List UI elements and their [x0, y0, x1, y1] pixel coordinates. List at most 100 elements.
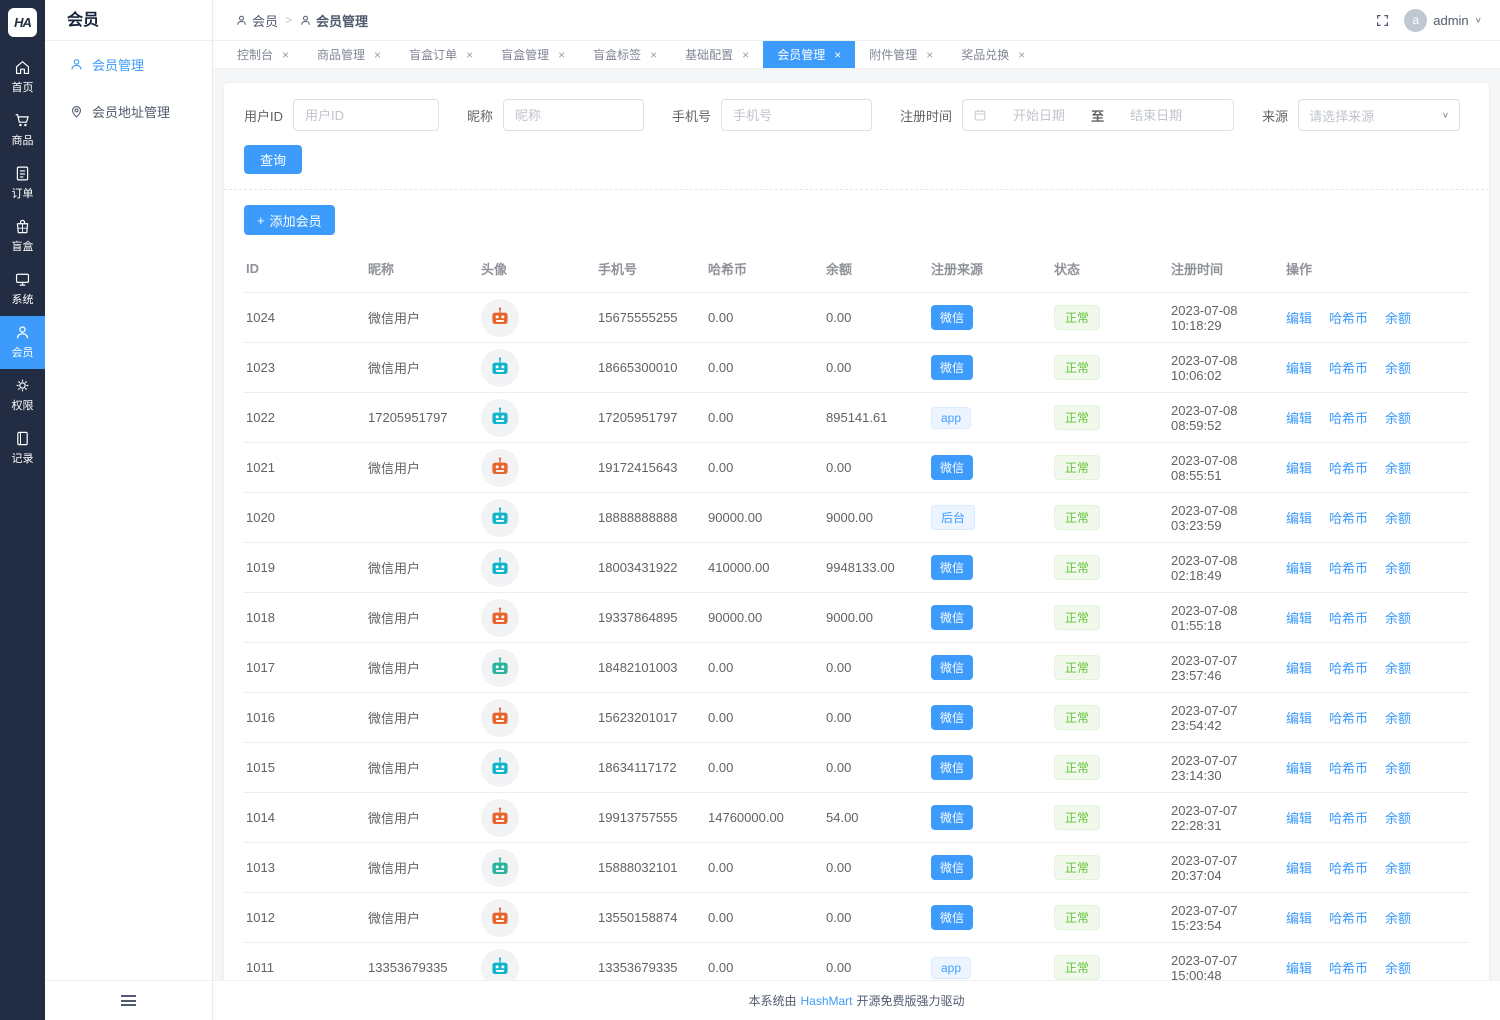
- breadcrumb-member[interactable]: 会员: [235, 11, 278, 30]
- balance-action[interactable]: 余额: [1385, 711, 1411, 726]
- edit-action[interactable]: 编辑: [1286, 861, 1312, 876]
- search-button[interactable]: 查询: [244, 145, 302, 174]
- user-id-input[interactable]: [293, 99, 439, 131]
- source-badge[interactable]: 微信: [931, 855, 973, 880]
- sidebar-item-member-management[interactable]: 会员管理: [45, 41, 212, 88]
- source-select[interactable]: 请选择来源 ∨: [1298, 99, 1460, 131]
- tab-附件管理[interactable]: 附件管理×: [855, 41, 947, 68]
- phone-input[interactable]: [721, 99, 872, 131]
- edit-action[interactable]: 编辑: [1286, 311, 1312, 326]
- balance-action[interactable]: 余额: [1385, 311, 1411, 326]
- rail-item-permission[interactable]: 权限: [0, 369, 45, 422]
- tab-会员管理[interactable]: 会员管理×: [763, 41, 855, 68]
- date-range-picker[interactable]: 至: [962, 99, 1234, 131]
- hashcoin-action[interactable]: 哈希币: [1329, 461, 1368, 476]
- edit-action[interactable]: 编辑: [1286, 761, 1312, 776]
- edit-action[interactable]: 编辑: [1286, 461, 1312, 476]
- source-badge[interactable]: 微信: [931, 655, 973, 680]
- collapse-menu-icon[interactable]: [121, 995, 136, 1006]
- edit-action[interactable]: 编辑: [1286, 611, 1312, 626]
- add-member-button[interactable]: + 添加会员: [244, 205, 335, 235]
- source-badge[interactable]: 微信: [931, 305, 973, 330]
- edit-action[interactable]: 编辑: [1286, 711, 1312, 726]
- source-badge[interactable]: 微信: [931, 705, 973, 730]
- balance-action[interactable]: 余额: [1385, 861, 1411, 876]
- close-icon[interactable]: ×: [926, 49, 933, 61]
- sidebar-item-member-address[interactable]: 会员地址管理: [45, 88, 212, 135]
- close-icon[interactable]: ×: [742, 49, 749, 61]
- tab-基础配置[interactable]: 基础配置×: [671, 41, 763, 68]
- hashcoin-action[interactable]: 哈希币: [1329, 361, 1368, 376]
- tab-商品管理[interactable]: 商品管理×: [303, 41, 395, 68]
- close-icon[interactable]: ×: [650, 49, 657, 61]
- hashcoin-action[interactable]: 哈希币: [1329, 961, 1368, 976]
- close-icon[interactable]: ×: [466, 49, 473, 61]
- hashcoin-action[interactable]: 哈希币: [1329, 661, 1368, 676]
- balance-action[interactable]: 余额: [1385, 561, 1411, 576]
- edit-action[interactable]: 编辑: [1286, 511, 1312, 526]
- tab-盲盒标签[interactable]: 盲盒标签×: [579, 41, 671, 68]
- balance-action[interactable]: 余额: [1385, 961, 1411, 976]
- fullscreen-icon[interactable]: [1375, 13, 1390, 28]
- rail-item-system[interactable]: 系统: [0, 263, 45, 316]
- tab-盲盒管理[interactable]: 盲盒管理×: [487, 41, 579, 68]
- rail-item-record[interactable]: 记录: [0, 422, 45, 475]
- balance-action[interactable]: 余额: [1385, 461, 1411, 476]
- hashcoin-action[interactable]: 哈希币: [1329, 411, 1368, 426]
- edit-action[interactable]: 编辑: [1286, 811, 1312, 826]
- source-badge[interactable]: 微信: [931, 555, 973, 580]
- nickname-input[interactable]: [503, 99, 644, 131]
- edit-action[interactable]: 编辑: [1286, 661, 1312, 676]
- hashcoin-action[interactable]: 哈希币: [1329, 611, 1368, 626]
- tab-奖品兑换[interactable]: 奖品兑换×: [947, 41, 1039, 68]
- edit-action[interactable]: 编辑: [1286, 361, 1312, 376]
- start-date-input[interactable]: [991, 108, 1087, 123]
- source-badge[interactable]: app: [931, 957, 971, 979]
- rail-item-box[interactable]: 盲盒: [0, 210, 45, 263]
- balance-action[interactable]: 余额: [1385, 411, 1411, 426]
- hashcoin-action[interactable]: 哈希币: [1329, 511, 1368, 526]
- source-badge[interactable]: 微信: [931, 905, 973, 930]
- rail-item-home[interactable]: 首页: [0, 51, 45, 104]
- close-icon[interactable]: ×: [282, 49, 289, 61]
- edit-action[interactable]: 编辑: [1286, 961, 1312, 976]
- edit-action[interactable]: 编辑: [1286, 911, 1312, 926]
- user-menu[interactable]: a admin ∨: [1404, 9, 1482, 32]
- end-date-input[interactable]: [1108, 108, 1204, 123]
- rail-item-member[interactable]: 会员: [0, 316, 45, 369]
- footer-link[interactable]: HashMart: [800, 994, 852, 1008]
- source-badge[interactable]: 微信: [931, 755, 973, 780]
- source-badge[interactable]: 后台: [931, 505, 975, 530]
- hashcoin-action[interactable]: 哈希币: [1329, 711, 1368, 726]
- tab-盲盒订单[interactable]: 盲盒订单×: [395, 41, 487, 68]
- balance-action[interactable]: 余额: [1385, 361, 1411, 376]
- edit-action[interactable]: 编辑: [1286, 411, 1312, 426]
- source-badge[interactable]: 微信: [931, 455, 973, 480]
- tab-控制台[interactable]: 控制台×: [223, 41, 303, 68]
- hashcoin-action[interactable]: 哈希币: [1329, 311, 1368, 326]
- close-icon[interactable]: ×: [374, 49, 381, 61]
- balance-action[interactable]: 余额: [1385, 811, 1411, 826]
- balance-action[interactable]: 余额: [1385, 511, 1411, 526]
- balance-action[interactable]: 余额: [1385, 661, 1411, 676]
- hashcoin-action[interactable]: 哈希币: [1329, 911, 1368, 926]
- hashcoin-action[interactable]: 哈希币: [1329, 761, 1368, 776]
- source-badge[interactable]: 微信: [931, 805, 973, 830]
- source-badge[interactable]: app: [931, 407, 971, 429]
- rail-item-cart[interactable]: 商品: [0, 104, 45, 157]
- edit-action[interactable]: 编辑: [1286, 561, 1312, 576]
- close-icon[interactable]: ×: [1018, 49, 1025, 61]
- hashcoin-action[interactable]: 哈希币: [1329, 811, 1368, 826]
- close-icon[interactable]: ×: [558, 49, 565, 61]
- balance-action[interactable]: 余额: [1385, 911, 1411, 926]
- tab-bar: 控制台×商品管理×盲盒订单×盲盒管理×盲盒标签×基础配置×会员管理×附件管理×奖…: [213, 41, 1500, 69]
- source-badge[interactable]: 微信: [931, 355, 973, 380]
- close-icon[interactable]: ×: [834, 49, 841, 61]
- hashcoin-action[interactable]: 哈希币: [1329, 861, 1368, 876]
- balance-action[interactable]: 余额: [1385, 761, 1411, 776]
- breadcrumb-member-management[interactable]: 会员管理: [299, 11, 368, 30]
- source-badge[interactable]: 微信: [931, 605, 973, 630]
- rail-item-order[interactable]: 订单: [0, 157, 45, 210]
- hashcoin-action[interactable]: 哈希币: [1329, 561, 1368, 576]
- balance-action[interactable]: 余额: [1385, 611, 1411, 626]
